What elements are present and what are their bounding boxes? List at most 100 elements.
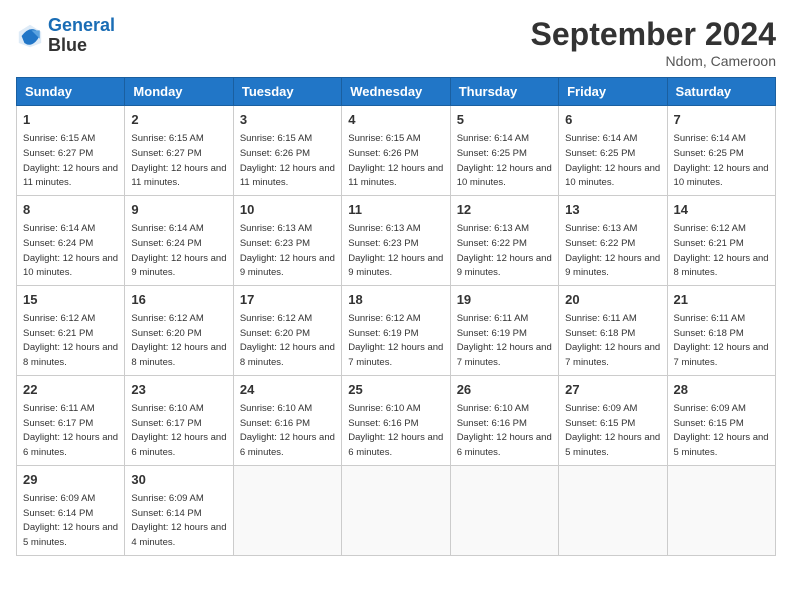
calendar-day-cell: 13Sunrise: 6:13 AMSunset: 6:22 PMDayligh…	[559, 195, 667, 285]
day-number: 13	[565, 201, 660, 219]
calendar-day-cell: 24Sunrise: 6:10 AMSunset: 6:16 PMDayligh…	[233, 375, 341, 465]
calendar-day-cell: 30 Sunrise: 6:09 AMSunset: 6:14 PMDayligh…	[125, 465, 233, 555]
day-number: 25	[348, 381, 443, 399]
calendar-day-cell: 22 Sunrise: 6:11 AMSunset: 6:17 PMDayligh…	[17, 375, 125, 465]
logo-text: General Blue	[48, 16, 115, 56]
day-number: 17	[240, 291, 335, 309]
day-number: 18	[348, 291, 443, 309]
day-info: Sunrise: 6:14 AMSunset: 6:24 PMDaylight:…	[131, 223, 226, 278]
calendar-day-cell: 11 Sunrise: 6:13 AMSunset: 6:23 PMDayligh…	[342, 195, 450, 285]
day-info: Sunrise: 6:13 AMSunset: 6:23 PMDaylight:…	[240, 223, 335, 278]
calendar-day-cell	[233, 465, 341, 555]
calendar-day-cell: 5 Sunrise: 6:14 AMSunset: 6:25 PMDaylight…	[450, 106, 558, 196]
calendar-week-row: 15Sunrise: 6:12 AMSunset: 6:21 PMDayligh…	[17, 285, 776, 375]
day-number: 23	[131, 381, 226, 399]
weekday-header: Monday	[125, 78, 233, 106]
calendar-header: SundayMondayTuesdayWednesdayThursdayFrid…	[17, 78, 776, 106]
calendar-day-cell: 9 Sunrise: 6:14 AMSunset: 6:24 PMDaylight…	[125, 195, 233, 285]
day-info: Sunrise: 6:12 AMSunset: 6:21 PMDaylight:…	[674, 223, 769, 278]
day-number: 15	[23, 291, 118, 309]
day-info: Sunrise: 6:14 AMSunset: 6:25 PMDaylight:…	[674, 133, 769, 188]
calendar-day-cell: 15Sunrise: 6:12 AMSunset: 6:21 PMDayligh…	[17, 285, 125, 375]
day-number: 2	[131, 111, 226, 129]
weekday-header: Saturday	[667, 78, 775, 106]
day-info: Sunrise: 6:14 AMSunset: 6:24 PMDaylight:…	[23, 223, 118, 278]
day-info: Sunrise: 6:11 AMSunset: 6:19 PMDaylight:…	[457, 313, 552, 368]
calendar-day-cell	[450, 465, 558, 555]
logo-icon	[16, 22, 44, 50]
calendar-day-cell: 20 Sunrise: 6:11 AMSunset: 6:18 PMDayligh…	[559, 285, 667, 375]
calendar-day-cell: 19 Sunrise: 6:11 AMSunset: 6:19 PMDayligh…	[450, 285, 558, 375]
day-info: Sunrise: 6:13 AMSunset: 6:23 PMDaylight:…	[348, 223, 443, 278]
day-info: Sunrise: 6:13 AMSunset: 6:22 PMDaylight:…	[457, 223, 552, 278]
day-number: 11	[348, 201, 443, 219]
day-info: Sunrise: 6:15 AMSunset: 6:26 PMDaylight:…	[348, 133, 443, 188]
day-number: 21	[674, 291, 769, 309]
day-info: Sunrise: 6:15 AMSunset: 6:27 PMDaylight:…	[23, 133, 118, 188]
calendar-day-cell: 17Sunrise: 6:12 AMSunset: 6:20 PMDayligh…	[233, 285, 341, 375]
calendar-day-cell: 18 Sunrise: 6:12 AMSunset: 6:19 PMDayligh…	[342, 285, 450, 375]
day-info: Sunrise: 6:10 AMSunset: 6:16 PMDaylight:…	[240, 403, 335, 458]
calendar-day-cell: 25 Sunrise: 6:10 AMSunset: 6:16 PMDayligh…	[342, 375, 450, 465]
calendar-week-row: 1 Sunrise: 6:15 AMSunset: 6:27 PMDaylight…	[17, 106, 776, 196]
location: Ndom, Cameroon	[531, 53, 776, 69]
day-number: 22	[23, 381, 118, 399]
day-info: Sunrise: 6:14 AMSunset: 6:25 PMDaylight:…	[457, 133, 552, 188]
day-info: Sunrise: 6:10 AMSunset: 6:16 PMDaylight:…	[348, 403, 443, 458]
weekday-header: Wednesday	[342, 78, 450, 106]
calendar-day-cell: 4 Sunrise: 6:15 AMSunset: 6:26 PMDaylight…	[342, 106, 450, 196]
month-title: September 2024	[531, 16, 776, 53]
weekday-header: Sunday	[17, 78, 125, 106]
day-number: 27	[565, 381, 660, 399]
calendar-day-cell: 29Sunrise: 6:09 AMSunset: 6:14 PMDayligh…	[17, 465, 125, 555]
day-number: 30	[131, 471, 226, 489]
day-info: Sunrise: 6:09 AMSunset: 6:15 PMDaylight:…	[565, 403, 660, 458]
day-info: Sunrise: 6:15 AMSunset: 6:27 PMDaylight:…	[131, 133, 226, 188]
day-number: 20	[565, 291, 660, 309]
day-number: 7	[674, 111, 769, 129]
day-number: 9	[131, 201, 226, 219]
calendar-day-cell: 1 Sunrise: 6:15 AMSunset: 6:27 PMDaylight…	[17, 106, 125, 196]
day-info: Sunrise: 6:12 AMSunset: 6:20 PMDaylight:…	[131, 313, 226, 368]
header-row: SundayMondayTuesdayWednesdayThursdayFrid…	[17, 78, 776, 106]
day-number: 8	[23, 201, 118, 219]
weekday-header: Tuesday	[233, 78, 341, 106]
day-info: Sunrise: 6:11 AMSunset: 6:18 PMDaylight:…	[565, 313, 660, 368]
calendar-day-cell: 26 Sunrise: 6:10 AMSunset: 6:16 PMDayligh…	[450, 375, 558, 465]
day-number: 4	[348, 111, 443, 129]
day-number: 28	[674, 381, 769, 399]
day-number: 16	[131, 291, 226, 309]
logo: General Blue	[16, 16, 115, 56]
day-number: 10	[240, 201, 335, 219]
calendar-table: SundayMondayTuesdayWednesdayThursdayFrid…	[16, 77, 776, 556]
calendar-day-cell: 12 Sunrise: 6:13 AMSunset: 6:22 PMDayligh…	[450, 195, 558, 285]
day-info: Sunrise: 6:15 AMSunset: 6:26 PMDaylight:…	[240, 133, 335, 188]
calendar-day-cell: 23Sunrise: 6:10 AMSunset: 6:17 PMDayligh…	[125, 375, 233, 465]
calendar-day-cell: 8 Sunrise: 6:14 AMSunset: 6:24 PMDaylight…	[17, 195, 125, 285]
calendar-day-cell: 2 Sunrise: 6:15 AMSunset: 6:27 PMDaylight…	[125, 106, 233, 196]
day-number: 6	[565, 111, 660, 129]
calendar-day-cell: 16 Sunrise: 6:12 AMSunset: 6:20 PMDayligh…	[125, 285, 233, 375]
day-number: 29	[23, 471, 118, 489]
calendar-day-cell: 14 Sunrise: 6:12 AMSunset: 6:21 PMDayligh…	[667, 195, 775, 285]
day-number: 19	[457, 291, 552, 309]
day-number: 3	[240, 111, 335, 129]
day-number: 14	[674, 201, 769, 219]
day-info: Sunrise: 6:09 AMSunset: 6:15 PMDaylight:…	[674, 403, 769, 458]
day-info: Sunrise: 6:10 AMSunset: 6:16 PMDaylight:…	[457, 403, 552, 458]
calendar-week-row: 29 Sunrise: 6:09 AMSunset: 6:14 PMDayligh…	[17, 465, 776, 555]
day-number: 12	[457, 201, 552, 219]
calendar-body: 1 Sunrise: 6:15 AMSunset: 6:27 PMDaylight…	[17, 106, 776, 556]
calendar-day-cell: 27 Sunrise: 6:09 AMSunset: 6:15 PMDayligh…	[559, 375, 667, 465]
day-number: 5	[457, 111, 552, 129]
day-info: Sunrise: 6:11 AMSunset: 6:17 PMDaylight:…	[23, 403, 118, 458]
day-info: Sunrise: 6:12 AMSunset: 6:19 PMDaylight:…	[348, 313, 443, 368]
day-number: 26	[457, 381, 552, 399]
calendar-week-row: 22 Sunrise: 6:11 AMSunset: 6:17 PMDayligh…	[17, 375, 776, 465]
weekday-header: Friday	[559, 78, 667, 106]
day-info: Sunrise: 6:09 AMSunset: 6:14 PMDaylight:…	[131, 493, 226, 548]
day-number: 1	[23, 111, 118, 129]
weekday-header: Thursday	[450, 78, 558, 106]
calendar-day-cell: 10 Sunrise: 6:13 AMSunset: 6:23 PMDayligh…	[233, 195, 341, 285]
calendar-day-cell: 7 Sunrise: 6:14 AMSunset: 6:25 PMDaylight…	[667, 106, 775, 196]
